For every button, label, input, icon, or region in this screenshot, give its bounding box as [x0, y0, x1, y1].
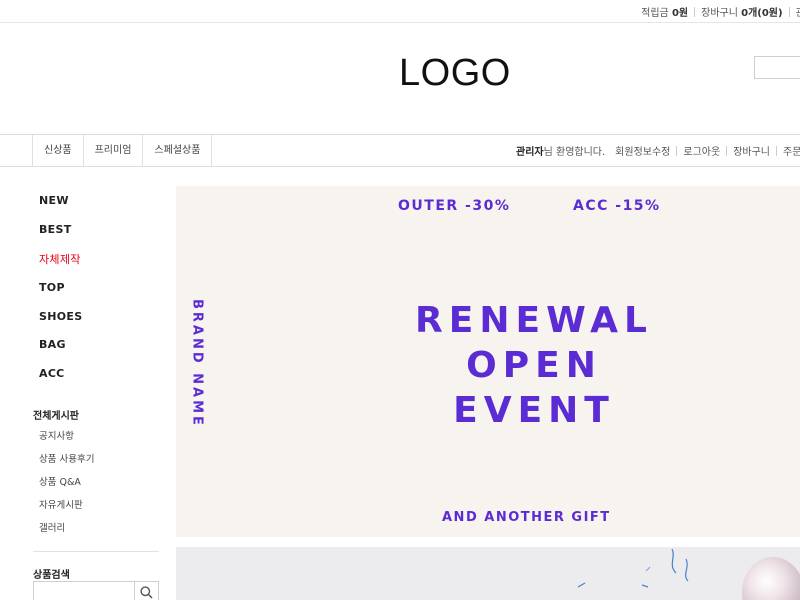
- wishlist-link[interactable]: 관심: [796, 4, 800, 19]
- board-item-qna[interactable]: 상품 Q&A: [39, 474, 81, 488]
- sidebar-item-best[interactable]: BEST: [39, 223, 72, 236]
- header-search-input[interactable]: [754, 56, 800, 79]
- product-search-title: 상품검색: [33, 570, 70, 581]
- member-greeting: 님 환영합니다.: [543, 147, 606, 158]
- promo-outer: OUTER -30%: [398, 198, 511, 214]
- sidebar-item-new[interactable]: NEW: [39, 194, 69, 207]
- divider: [694, 6, 696, 17]
- top-utility-bar: 적립금 0원 장바구니 0개(0원) 관심: [0, 0, 800, 23]
- confetti-decoration: [577, 548, 689, 588]
- search-icon: [140, 585, 153, 599]
- points-value: 0원: [671, 8, 689, 19]
- sidebar-item-bag[interactable]: BAG: [39, 338, 66, 351]
- logout-link[interactable]: 로그아웃: [683, 143, 720, 158]
- brand-name-text: BRAND NAME: [189, 298, 205, 428]
- sidebar-item-top[interactable]: TOP: [39, 281, 65, 294]
- board-item-reviews[interactable]: 상품 사용후기: [39, 451, 94, 465]
- order-lookup-link[interactable]: 주문조회: [783, 143, 800, 158]
- divider: [676, 145, 678, 156]
- nav-item-new-products[interactable]: 신상품: [32, 135, 83, 166]
- member-menu: 관리자님 환영합니다. 회원정보수정 로그아웃 장바구니 주문조회: [516, 135, 800, 166]
- divider: [776, 145, 777, 156]
- banner-gift-text: AND ANOTHER GIFT: [442, 510, 611, 525]
- promo-acc: ACC -15%: [573, 198, 661, 214]
- edit-profile-link[interactable]: 회원정보수정: [615, 143, 670, 158]
- points-link[interactable]: 적립금 0원: [641, 4, 688, 19]
- divider: [726, 145, 728, 156]
- sidebar: NEW BEST 자체제작 TOP SHOES BAG ACC 전체게시판 공지…: [0, 167, 176, 600]
- header: LOGO: [0, 23, 800, 135]
- site-logo[interactable]: LOGO: [399, 51, 511, 95]
- category-menu: 신상품 프리미엄 스페셜상품: [32, 135, 213, 166]
- sidebar-item-own-made[interactable]: 자체제작: [39, 251, 81, 267]
- sidebar-item-acc[interactable]: ACC: [39, 367, 65, 380]
- top-utility-links: 적립금 0원 장바구니 0개(0원) 관심: [641, 0, 800, 23]
- top-cart-link[interactable]: 장바구니 0개(0원): [701, 4, 782, 19]
- headline-line-1: RENEWAL: [415, 300, 653, 341]
- main-event-banner[interactable]: OUTER -30% ACC -15% BRAND NAME RENEWAL O…: [176, 186, 800, 537]
- board-item-notice[interactable]: 공지사항: [39, 428, 74, 442]
- nav-item-special[interactable]: 스페셜상품: [142, 135, 213, 166]
- top-cart-label: 장바구니: [701, 8, 738, 19]
- divider: [33, 551, 159, 552]
- points-label: 적립금: [641, 8, 669, 19]
- member-name: 관리자: [516, 147, 544, 158]
- top-cart-value: 0개(0원): [741, 8, 783, 19]
- divider: [788, 6, 790, 17]
- board-item-gallery[interactable]: 갤러리: [39, 520, 65, 534]
- cart-link[interactable]: 장바구니: [733, 143, 770, 158]
- secondary-banner[interactable]: [176, 547, 800, 600]
- headline-line-3: EVENT: [453, 390, 615, 431]
- board-item-free-board[interactable]: 자유게시판: [39, 497, 83, 511]
- banner-headline: RENEWAL OPEN EVENT: [394, 298, 674, 433]
- product-search-button[interactable]: [134, 581, 159, 600]
- headline-line-2: OPEN: [466, 345, 602, 386]
- brand-name-vertical: BRAND NAME: [178, 298, 216, 428]
- main-nav: 신상품 프리미엄 스페셜상품 관리자 님 환영합니다. 회원정보수정 로그아웃 장…: [0, 135, 800, 167]
- board-section-title: 전체게시판: [33, 411, 79, 422]
- product-search-input[interactable]: [33, 581, 134, 600]
- sidebar-item-shoes[interactable]: SHOES: [39, 310, 82, 323]
- nav-item-premium[interactable]: 프리미엄: [82, 135, 143, 166]
